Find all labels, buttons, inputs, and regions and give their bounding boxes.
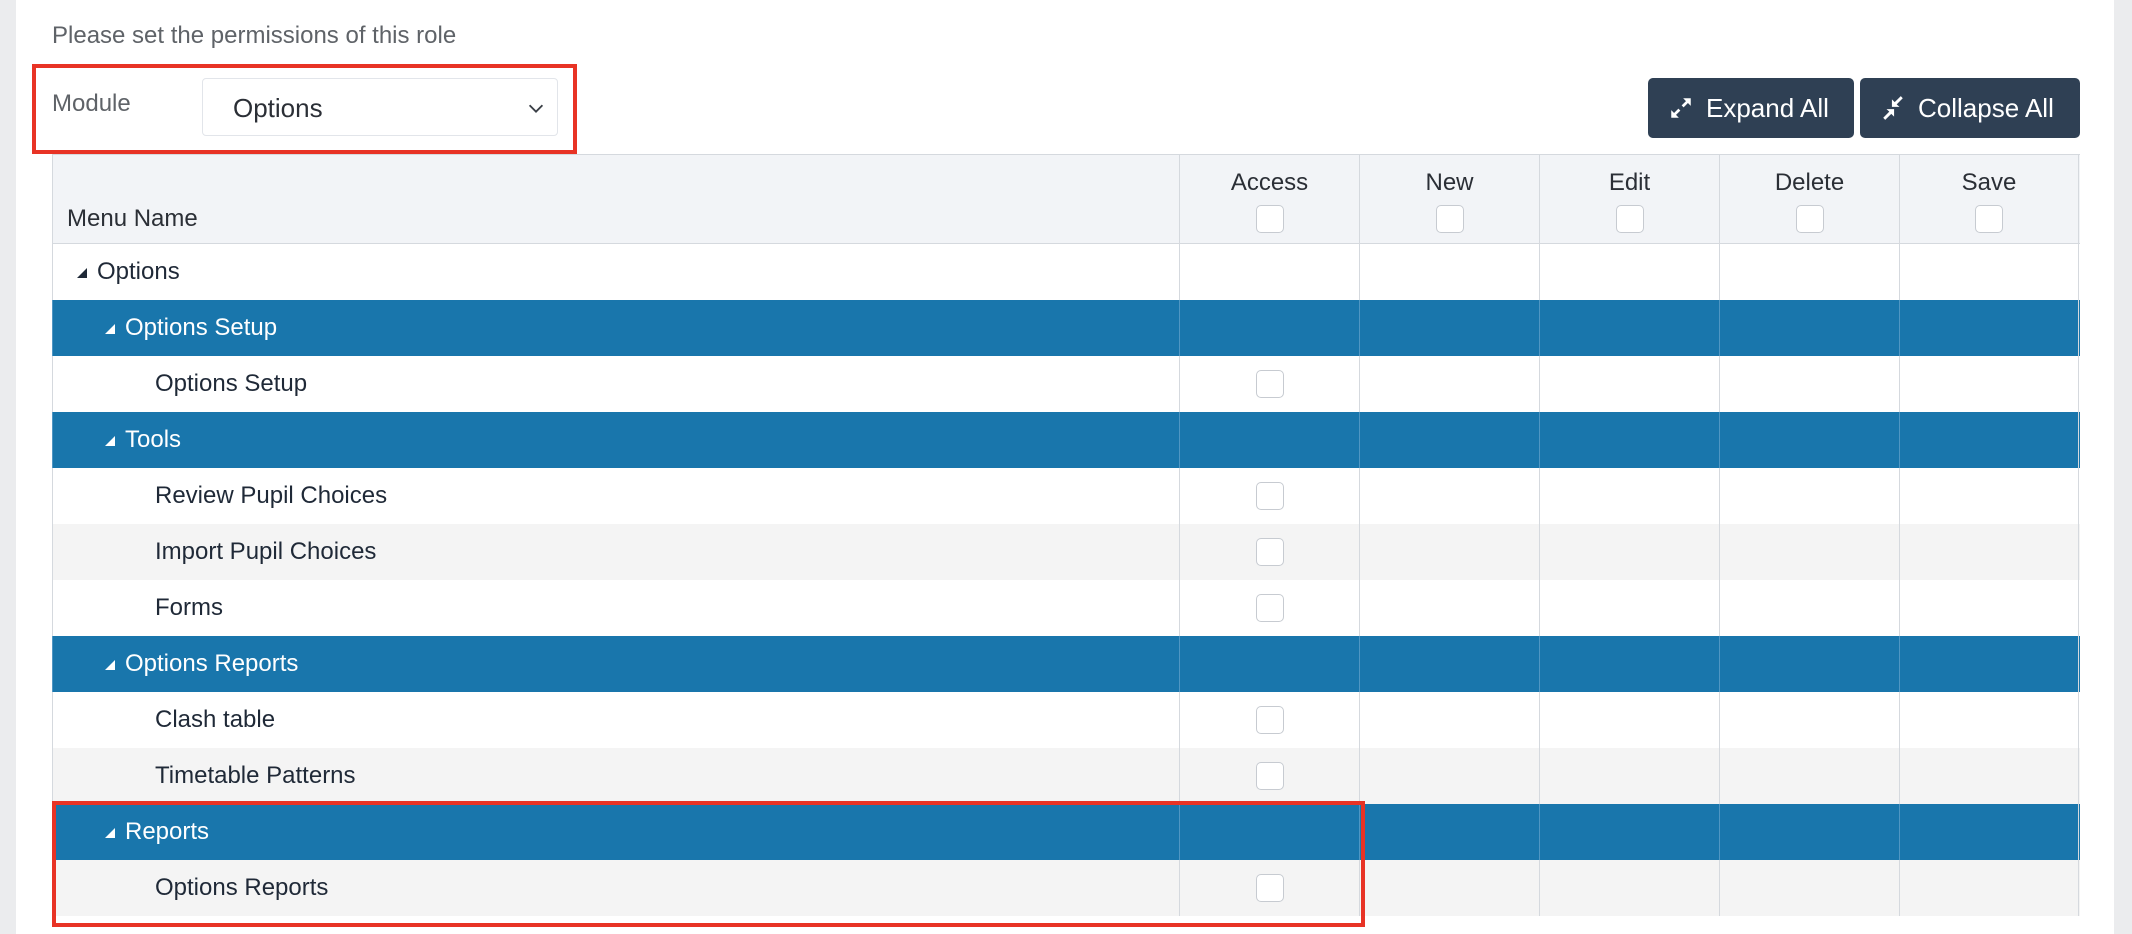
row-label: Forms	[155, 594, 223, 621]
tree-row-import-pupil-choices: Import Pupil Choices	[52, 524, 2080, 580]
access-checkbox[interactable]	[1255, 482, 1284, 510]
tree-row-options-setup-group[interactable]: Options Setup	[52, 300, 2080, 356]
expand-triangle-icon[interactable]	[105, 828, 115, 838]
header-menu-name: Menu Name	[52, 155, 1179, 243]
tree-row-forms: Forms	[52, 580, 2080, 636]
expand-triangle-icon[interactable]	[105, 660, 115, 670]
row-label: Options Reports	[125, 650, 299, 677]
expand-triangle-icon[interactable]	[105, 436, 115, 446]
tree-row-options-setup: Options Setup	[52, 356, 2080, 412]
collapse-all-label: Collapse All	[1918, 92, 2054, 123]
access-checkbox[interactable]	[1255, 874, 1284, 902]
module-label: Module	[52, 90, 131, 117]
tree-row-clash-table: Clash table	[52, 692, 2080, 748]
access-all-checkbox[interactable]	[1255, 205, 1284, 233]
new-header: New	[1425, 169, 1474, 196]
collapse-icon	[1883, 96, 1903, 120]
tree-row-timetable-patterns: Timetable Patterns	[52, 748, 2080, 804]
table-header-row: Menu Name Access New Edit Delete Save	[52, 155, 2080, 244]
expand-triangle-icon[interactable]	[105, 324, 115, 334]
delete-all-checkbox[interactable]	[1795, 205, 1824, 233]
row-label: Options	[97, 258, 180, 285]
expand-icon	[1671, 98, 1691, 118]
tree-row-options[interactable]: Options	[52, 244, 2080, 300]
tree-row-reports-group[interactable]: Reports	[52, 804, 2080, 860]
edit-header: Edit	[1608, 169, 1651, 196]
edit-all-checkbox[interactable]	[1615, 205, 1644, 233]
row-label: Options Setup	[155, 370, 308, 397]
header-delete: Delete	[1719, 155, 1899, 243]
access-checkbox[interactable]	[1255, 538, 1284, 566]
row-label: Clash table	[155, 706, 276, 733]
expand-all-label: Expand All	[1706, 92, 1829, 123]
tree-row-options-reports: Options Reports	[52, 860, 2080, 916]
save-header: Save	[1961, 169, 2017, 196]
header-new: New	[1359, 155, 1539, 243]
module-select[interactable]: Options	[202, 78, 558, 136]
access-header: Access	[1230, 169, 1309, 196]
expand-all-button[interactable]: Expand All	[1648, 78, 1854, 138]
tree-row-options-reports-group[interactable]: Options Reports	[52, 636, 2080, 692]
access-checkbox[interactable]	[1255, 706, 1284, 734]
access-checkbox[interactable]	[1255, 594, 1284, 622]
access-checkbox[interactable]	[1255, 762, 1284, 790]
header-save: Save	[1899, 155, 2079, 243]
delete-header: Delete	[1774, 169, 1845, 196]
permissions-table: Menu Name Access New Edit Delete Save Op…	[52, 154, 2080, 916]
menu-name-header: Menu Name	[67, 205, 198, 232]
module-select-value: Options	[233, 93, 323, 123]
chevron-down-icon	[528, 104, 544, 113]
row-label: Options Setup	[125, 314, 278, 341]
access-checkbox[interactable]	[1255, 370, 1284, 398]
tree-row-tools-group[interactable]: Tools	[52, 412, 2080, 468]
intro-text: Please set the permissions of this role	[52, 22, 457, 49]
tree-row-review-pupil-choices: Review Pupil Choices	[52, 468, 2080, 524]
row-label: Options Reports	[155, 874, 329, 901]
header-edit: Edit	[1539, 155, 1719, 243]
header-access: Access	[1179, 155, 1359, 243]
save-all-checkbox[interactable]	[1975, 205, 2003, 233]
row-label: Import Pupil Choices	[155, 538, 377, 565]
row-label: Tools	[125, 426, 182, 453]
expand-triangle-icon[interactable]	[77, 268, 87, 278]
row-label: Reports	[125, 818, 210, 845]
collapse-all-button[interactable]: Collapse All	[1860, 78, 2080, 138]
new-all-checkbox[interactable]	[1435, 205, 1464, 233]
row-label: Timetable Patterns	[155, 762, 356, 789]
row-label: Review Pupil Choices	[155, 482, 388, 509]
